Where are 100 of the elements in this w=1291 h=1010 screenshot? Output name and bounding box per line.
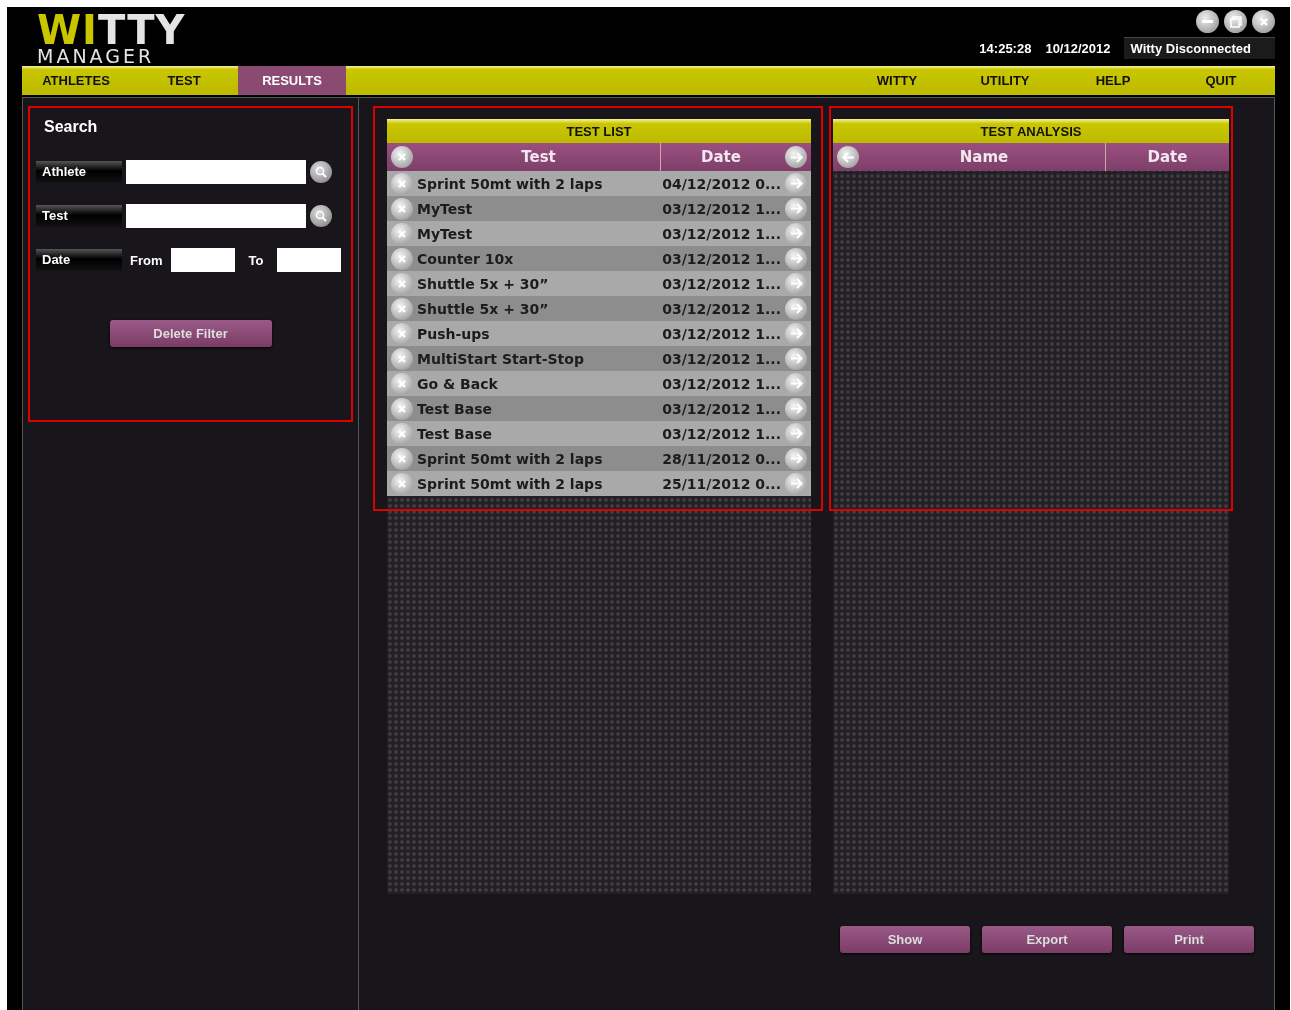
nav-tab[interactable]: TEST	[130, 66, 238, 95]
menu-item[interactable]: UTILITY	[951, 66, 1059, 95]
table-row[interactable]: MultiStart Start-Stop 03/12/2012 1...	[387, 346, 811, 371]
restore-button[interactable]	[1224, 10, 1247, 33]
right-arrow-icon	[789, 428, 803, 439]
table-row[interactable]: Sprint 50mt with 2 laps 25/11/2012 0...	[387, 471, 811, 496]
test-name-cell-text: Shuttle 5x + 30”	[417, 300, 550, 317]
test-name-cell-text: Test Base	[417, 425, 494, 442]
delete-all-button[interactable]	[391, 146, 413, 168]
app-logo-title: WITTY	[37, 13, 186, 47]
panel-title: TEST ANALYSIS	[833, 119, 1229, 143]
test-date-cell: 03/12/2012 1...	[662, 200, 781, 217]
right-arrow-icon	[789, 228, 803, 239]
test-date-cell: 03/12/2012 1...	[662, 375, 781, 392]
test-name-cell-text: Counter 10x	[417, 250, 515, 267]
action-button[interactable]: Show	[840, 926, 970, 953]
search-icon	[315, 166, 327, 178]
test-date-cell: 03/12/2012 1...	[662, 400, 781, 417]
test-name-cell-text: Go & Back	[417, 375, 499, 392]
close-icon	[397, 353, 407, 364]
delete-row-button[interactable]	[391, 347, 413, 370]
close-icon	[397, 253, 407, 264]
table-row[interactable]: Sprint 50mt with 2 laps 28/11/2012 0...	[387, 446, 811, 471]
delete-row-button[interactable]	[391, 197, 413, 220]
close-button[interactable]	[1252, 10, 1275, 33]
test-date-cell: 04/12/2012 0...	[662, 175, 781, 192]
open-row-button[interactable]	[785, 472, 807, 495]
test-name-cell-text: Test Base	[417, 400, 494, 417]
open-row-button[interactable]	[785, 322, 807, 345]
delete-row-button[interactable]	[391, 447, 413, 470]
close-icon	[397, 178, 407, 189]
menu-item[interactable]: HELP	[1059, 66, 1167, 95]
open-row-button[interactable]	[785, 272, 807, 295]
table-row[interactable]: Push-ups 03/12/2012 1...	[387, 321, 811, 346]
test-date-cell: 03/12/2012 1...	[662, 225, 781, 242]
test-input[interactable]	[126, 204, 306, 228]
open-row-button[interactable]	[785, 397, 807, 420]
open-row-button[interactable]	[785, 372, 807, 395]
table-row[interactable]: MyTest 03/12/2012 1...	[387, 196, 811, 221]
right-arrow-icon	[789, 178, 803, 189]
search-button[interactable]	[310, 205, 332, 227]
open-row-button[interactable]	[785, 447, 807, 470]
close-icon	[397, 328, 407, 339]
close-icon	[397, 203, 407, 214]
test-date-cell: 03/12/2012 1...	[662, 300, 781, 317]
open-all-button[interactable]	[785, 146, 807, 168]
back-button[interactable]	[837, 146, 859, 168]
delete-row-button[interactable]	[391, 247, 413, 270]
left-arrow-icon	[841, 151, 855, 163]
test-name-cell-text: MyTest	[417, 225, 474, 242]
delete-row-button[interactable]	[391, 272, 413, 295]
menu-item[interactable]: WITTY	[843, 66, 951, 95]
table-row[interactable]: Test Base 03/12/2012 1...	[387, 421, 811, 446]
test-name-cell-text: Sprint 50mt with 2 laps	[417, 475, 604, 492]
table-row[interactable]: MyTest 03/12/2012 1...	[387, 221, 811, 246]
delete-row-button[interactable]	[391, 297, 413, 320]
delete-filter-button[interactable]: Delete Filter	[109, 320, 272, 347]
connection-status: Witty Disconnected	[1124, 37, 1275, 59]
open-row-button[interactable]	[785, 247, 807, 270]
field-label: Test	[36, 205, 122, 227]
table-row[interactable]: Test Base 03/12/2012 1...	[387, 396, 811, 421]
action-button[interactable]: Export	[982, 926, 1112, 953]
close-icon	[397, 278, 407, 289]
minimize-button[interactable]	[1196, 10, 1219, 33]
close-icon	[397, 428, 407, 439]
test-date-cell: 03/12/2012 1...	[662, 325, 781, 342]
close-icon	[397, 152, 407, 162]
close-icon	[397, 403, 407, 414]
right-arrow-icon	[789, 151, 803, 163]
delete-row-button[interactable]	[391, 322, 413, 345]
open-row-button[interactable]	[785, 422, 807, 445]
delete-row-button[interactable]	[391, 472, 413, 495]
athlete-input[interactable]	[126, 160, 306, 184]
right-arrow-icon	[789, 253, 803, 264]
delete-row-button[interactable]	[391, 372, 413, 395]
nav-tab[interactable]: ATHLETES	[22, 66, 130, 95]
delete-row-button[interactable]	[391, 222, 413, 245]
right-arrow-icon	[789, 378, 803, 389]
open-row-button[interactable]	[785, 297, 807, 320]
table-row[interactable]: Shuttle 5x + 30” 03/12/2012 1...	[387, 271, 811, 296]
delete-row-button[interactable]	[391, 397, 413, 420]
open-row-button[interactable]	[785, 222, 807, 245]
date-to-input[interactable]	[277, 248, 342, 272]
table-row[interactable]: Counter 10x 03/12/2012 1...	[387, 246, 811, 271]
open-row-button[interactable]	[785, 347, 807, 370]
search-icon	[315, 210, 327, 222]
table-row[interactable]: Go & Back 03/12/2012 1...	[387, 371, 811, 396]
menu-item[interactable]: QUIT	[1167, 66, 1275, 95]
test-date-cell: 03/12/2012 1...	[662, 350, 781, 367]
test-name-cell-text: Push-ups	[417, 325, 491, 342]
date-from-input[interactable]	[170, 248, 235, 272]
action-button[interactable]: Print	[1124, 926, 1254, 953]
current-date: 10/12/2012	[1045, 40, 1111, 56]
right-arrow-icon	[789, 453, 803, 464]
open-row-button[interactable]	[785, 197, 807, 220]
delete-row-button[interactable]	[391, 422, 413, 445]
right-arrow-icon	[789, 203, 803, 214]
search-button[interactable]	[310, 161, 332, 183]
table-row[interactable]: Shuttle 5x + 30” 03/12/2012 1...	[387, 296, 811, 321]
nav-tab[interactable]: RESULTS	[238, 66, 346, 95]
